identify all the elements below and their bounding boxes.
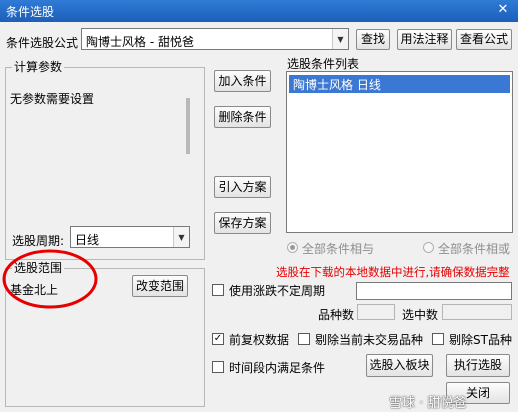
find-button[interactable]: 查找 [356,29,390,50]
stock-count-value [357,304,395,320]
params-legend: 计算参数 [12,60,65,74]
watermark-text: 雪球 · 甜悦爸 [389,396,467,411]
selected-count-value [442,304,512,320]
conditions-legend: 选股条件列表 [287,57,360,71]
params-empty-text: 无参数需要设置 [10,92,95,106]
or-radio[interactable] [423,242,434,253]
variable-period-label: 使用涨跌不定周期 [229,284,326,298]
time-range-label: 时间段内满足条件 [229,361,326,375]
stock-count-label: 品种数 [318,308,355,322]
add-condition-button[interactable]: 加入条件 [214,70,271,92]
delete-condition-button[interactable]: 删除条件 [214,106,271,128]
usage-notes-button[interactable]: 用法注释 [397,29,452,50]
window-title: 条件选股 [6,5,55,19]
view-formula-button[interactable]: 查看公式 [456,29,512,50]
formula-label: 条件选股公式 [6,36,79,50]
chevron-down-icon[interactable]: ▼ [332,29,348,49]
exclude-st-checkbox[interactable] [432,333,444,345]
exclude-untraded-checkbox[interactable] [298,333,310,345]
chevron-down-icon[interactable]: ▼ [173,227,189,247]
selected-count-label: 选中数 [402,308,439,322]
run-selection-button[interactable]: 执行选股 [446,354,510,377]
pre-adjusted-checkbox[interactable]: ✓ [212,333,224,345]
exclude-st-label: 剔除ST品种 [449,333,512,347]
or-radio-label: 全部条件相或 [438,242,511,256]
save-scheme-button[interactable]: 保存方案 [214,212,271,234]
params-scrollbar[interactable] [186,98,190,154]
warning-text: 选股在下载的本地数据中进行,请确保数据完整 [276,265,510,279]
red-annotation-circle [2,249,98,309]
variable-period-checkbox[interactable] [212,284,224,296]
period-select[interactable]: 日线 ▼ [70,226,190,248]
exclude-untraded-label: 剔除当前未交易品种 [315,333,424,347]
period-label: 选股周期: [12,234,65,248]
title-bar: 条件选股 ✕ [0,0,518,22]
and-radio[interactable] [287,242,298,253]
period-select-value: 日线 [75,233,100,247]
close-icon[interactable]: ✕ [494,2,512,19]
pre-adjusted-label: 前复权数据 [229,333,290,347]
conditions-list[interactable]: 陶博士风格 日线 [286,71,513,233]
formula-select-value: 陶博士风格 - 甜悦爸 [86,35,194,49]
import-scheme-button[interactable]: 引入方案 [214,176,271,198]
and-radio-label: 全部条件相与 [302,242,375,256]
condition-item[interactable]: 陶博士风格 日线 [289,75,510,93]
period-input[interactable] [356,282,512,300]
time-range-checkbox[interactable] [212,361,224,373]
formula-select[interactable]: 陶博士风格 - 甜悦爸 ▼ [81,28,349,50]
change-scope-button[interactable]: 改变范围 [132,275,188,297]
add-to-block-button[interactable]: 选股入板块 [366,354,433,377]
